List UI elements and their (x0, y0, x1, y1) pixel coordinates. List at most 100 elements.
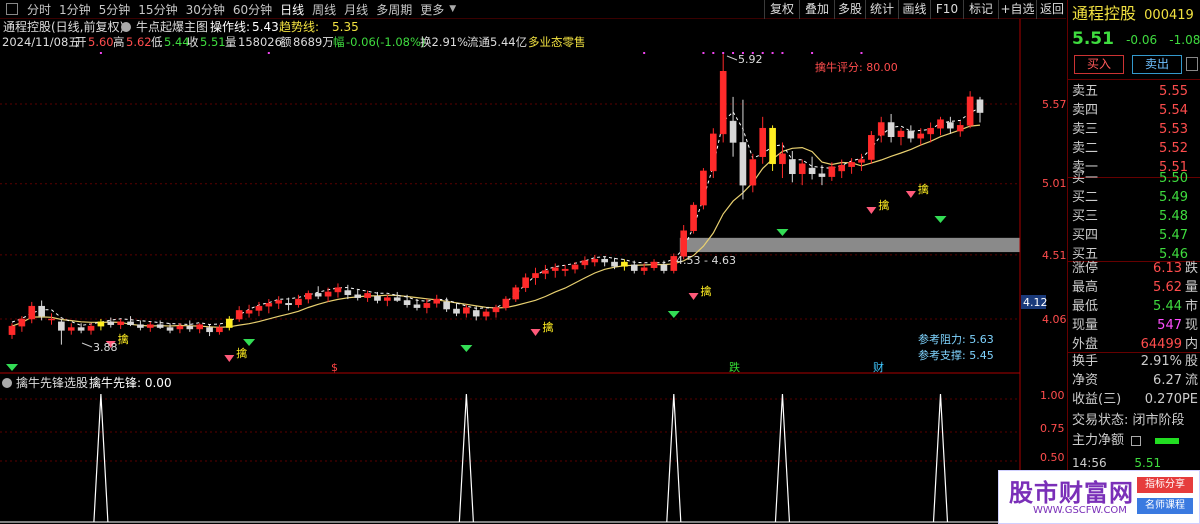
candle (966, 91, 974, 129)
row-label: 净资 (1072, 373, 1099, 388)
row-label: 卖四 (1072, 103, 1099, 118)
current-price-value: 4.12 (1023, 296, 1048, 309)
support-label: 参考支撑: 5.45 (918, 348, 994, 362)
bid-row: 买一 5.50 (1072, 169, 1198, 188)
op-line-value: 5.43 (252, 20, 279, 34)
panel-divider (1068, 79, 1200, 80)
candle-body (650, 261, 658, 268)
mark-button[interactable]: 标记 (963, 0, 998, 19)
candle-body (877, 122, 885, 136)
volume-label: 量 (225, 35, 237, 49)
event-mark-fall[interactable]: 跌 (729, 360, 740, 374)
candle-body (828, 166, 836, 177)
trade-status: 交易状态: 闭市阶段 (1072, 413, 1185, 428)
watermark-url: WWW.GSCFW.COM (1033, 505, 1127, 516)
candle-body (18, 318, 26, 327)
period-tab-15min[interactable]: 15分钟 (134, 1, 181, 18)
row-label: 外盘 (1072, 337, 1099, 352)
period-tab-5min[interactable]: 5分钟 (95, 1, 135, 18)
period-tab-30min[interactable]: 30分钟 (182, 1, 229, 18)
candle-body (700, 170, 707, 206)
stat-row: 最低 5.44 市 (1072, 297, 1198, 316)
candle-body (640, 267, 648, 271)
indicator-pane-toggle-icon[interactable] (2, 378, 12, 388)
candle-body (235, 310, 243, 320)
row-value: 5.50 (1159, 171, 1188, 186)
period-tab-intraday[interactable]: 分时 (23, 1, 55, 18)
buy-button[interactable]: 买入 (1074, 55, 1124, 74)
candle-body (245, 310, 253, 314)
adjust-button[interactable]: 复权 (764, 0, 799, 19)
candle-body (97, 321, 105, 327)
multi-stock-button[interactable]: 多股 (834, 0, 865, 19)
stat-row: 换手 2.91% 股 (1072, 352, 1198, 371)
period-tab-more[interactable]: 更多 (416, 1, 448, 18)
candle-body (117, 321, 124, 325)
high-value: 5.62 (126, 35, 152, 49)
candle-body (808, 167, 816, 175)
period-checkbox[interactable] (6, 3, 18, 15)
indicator-toggle-icon[interactable] (121, 22, 131, 32)
candle-body (522, 277, 529, 288)
stock-code: 000419 (1144, 8, 1194, 23)
signal-char-label: 擒 (878, 198, 889, 212)
period-tab-weekly[interactable]: 周线 (308, 1, 340, 18)
low-value: 5.44 (164, 35, 190, 49)
pct-change: -1.08% (1169, 33, 1200, 47)
amount-label: 额 (280, 35, 292, 49)
amount-value: 8689万 (293, 35, 334, 49)
period-tab-monthly[interactable]: 月线 (340, 1, 372, 18)
trend-line-value: 5.35 (332, 20, 359, 34)
period-tab-daily[interactable]: 日线 (276, 1, 308, 18)
candle-body (146, 324, 154, 328)
candle-body (749, 159, 757, 186)
stock-terminal: 分时 1分钟 5分钟 15分钟 30分钟 60分钟 日线 周线 月线 多周期 更… (0, 0, 1200, 524)
candle-body (868, 135, 875, 160)
candle-body (818, 173, 826, 177)
candle-body (798, 163, 806, 175)
period-tab-60min[interactable]: 60分钟 (229, 1, 276, 18)
overlay-button[interactable]: 叠加 (799, 0, 834, 19)
candle-body (67, 327, 75, 331)
ask-row: 卖二 5.52 (1072, 139, 1198, 158)
candle-body (907, 130, 915, 139)
range-band (679, 237, 1020, 253)
back-button[interactable]: 返回 (1036, 0, 1067, 19)
open-label: 开 (75, 35, 87, 49)
more-dropdown-icon[interactable]: ▼ (449, 4, 456, 14)
candle-body (453, 308, 460, 314)
row-value: 547 (1157, 318, 1182, 333)
range-label: 4.53 - 4.63 (676, 254, 736, 267)
candle-body (542, 270, 549, 274)
candle-body (127, 321, 134, 325)
add-watchlist-button[interactable]: +自选 (998, 0, 1036, 19)
event-mark-finance[interactable]: 财 (873, 360, 884, 374)
f10-button[interactable]: F10 (930, 0, 963, 19)
draw-line-button[interactable]: 画线 (898, 0, 930, 19)
period-tab-multi[interactable]: 多周期 (372, 1, 416, 18)
row-label: 卖五 (1072, 84, 1099, 99)
candle-body (186, 325, 194, 330)
panel-menu-icon[interactable] (1186, 57, 1198, 71)
stats-button[interactable]: 统计 (865, 0, 898, 19)
candle-body (324, 291, 332, 297)
row-value: 5.53 (1159, 122, 1188, 137)
tick-time: 14:56 (1072, 456, 1107, 470)
candle-body (225, 318, 233, 328)
candle-body (393, 297, 401, 301)
peak-price-label: 5.92 (738, 53, 763, 66)
sector-text: 多业态零售 (528, 35, 586, 49)
price-tick: 4.06 (1042, 313, 1066, 326)
signal-char-label: 擒 (118, 332, 129, 346)
candle-body (838, 164, 846, 172)
row-value: 6.27 (1153, 373, 1182, 388)
row-value: 5.47 (1159, 228, 1188, 243)
open-value: 5.60 (88, 35, 114, 49)
candle-body (403, 300, 411, 306)
indicator-value: 擒牛先锋: 0.00 (89, 375, 172, 390)
sell-button[interactable]: 卖出 (1132, 55, 1182, 74)
period-tab-1min[interactable]: 1分钟 (55, 1, 95, 18)
kline-chart[interactable]: 擒擒擒擒擒擒 通程控股(日线,前复权) 牛点起爆主图 操作线: 5.43 趋势线… (0, 19, 1066, 524)
event-mark-dollar[interactable]: $ (331, 361, 338, 374)
change-value: -0.06(-1.08%) (346, 35, 425, 49)
